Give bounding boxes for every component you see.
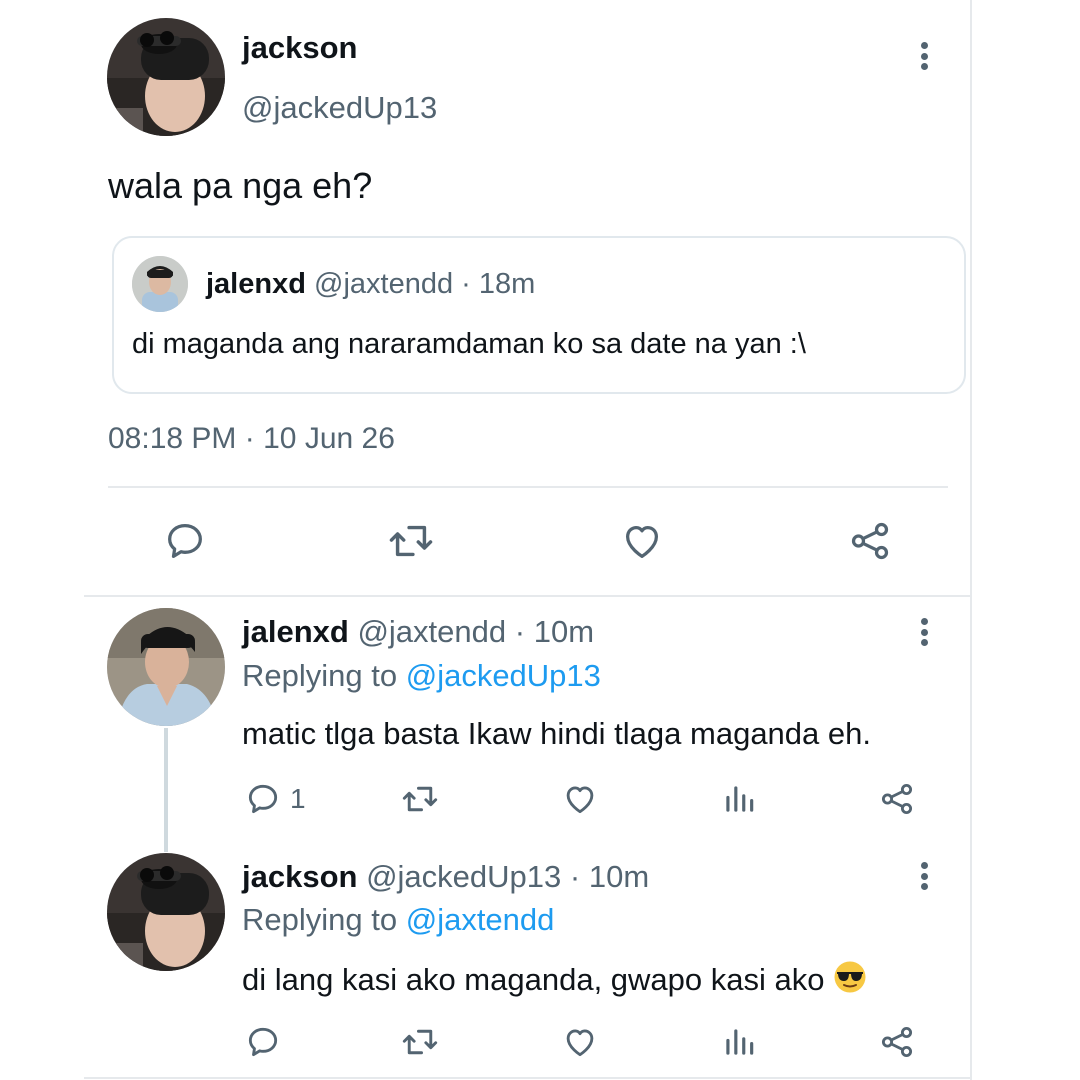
views-icon: [726, 786, 754, 812]
tweet-thread: jackson @jackedUp13 wala pa nga eh? jale…: [0, 0, 1080, 1080]
reply-icon: [248, 784, 278, 814]
avatar-jackson[interactable]: [107, 853, 225, 971]
divider: [108, 486, 948, 488]
share-icon: [881, 783, 913, 815]
more-options-icon[interactable]: [917, 856, 931, 896]
like-icon: [625, 525, 659, 558]
views-button[interactable]: [720, 780, 758, 818]
share-icon: [851, 522, 889, 560]
reply-time: 10m: [533, 614, 595, 649]
reply-header: jackson @jackedUp13 · 10m: [242, 859, 649, 895]
avatar-jalenxd-small: [132, 256, 188, 312]
share-button[interactable]: [846, 518, 894, 564]
reply-text-row: di lang kasi ako maganda, gwapo kasi ako: [242, 960, 867, 1002]
quoted-time: 18m: [478, 268, 536, 300]
reply-author-name[interactable]: jackson: [242, 859, 357, 894]
reply-time: 10m: [588, 859, 650, 894]
reply-text: di lang kasi ako maganda, gwapo kasi ako: [242, 962, 825, 997]
reply-icon: [168, 524, 202, 558]
reply-text: matic tlga basta Ikaw hindi tlaga magand…: [242, 716, 871, 751]
retweet-button[interactable]: [400, 780, 440, 818]
divider: [84, 595, 970, 597]
reply-author-name[interactable]: jalenxd: [242, 614, 349, 649]
retweet-icon: [389, 525, 433, 557]
tweet-date: 10 Jun 26: [263, 422, 395, 455]
views-icon: [726, 1029, 754, 1055]
avatar-jackson[interactable]: [107, 18, 225, 136]
like-button[interactable]: [561, 1023, 599, 1061]
reply-button[interactable]: [244, 1023, 282, 1061]
replying-to: Replying to @jaxtendd: [242, 902, 554, 938]
reply-separator: ·: [514, 614, 526, 649]
thread-connector-line: [164, 728, 168, 852]
retweet-icon: [402, 1029, 438, 1055]
share-button[interactable]: [878, 1023, 916, 1061]
reply-button[interactable]: [162, 518, 208, 564]
reply-author-handle[interactable]: @jaxtendd: [357, 614, 506, 649]
retweet-button[interactable]: [386, 518, 436, 564]
views-button[interactable]: [720, 1023, 758, 1061]
column-border: [970, 0, 972, 1080]
replying-to-link[interactable]: @jackedUp13: [406, 658, 601, 693]
author-name[interactable]: jackson: [242, 30, 357, 66]
like-icon: [566, 786, 594, 814]
reply-button[interactable]: 1: [244, 780, 306, 818]
replying-to: Replying to @jackedUp13: [242, 658, 601, 694]
quoted-tweet[interactable]: jalenxd @jaxtendd · 18m di maganda ang n…: [112, 236, 966, 394]
quoted-author-name: jalenxd: [206, 268, 306, 300]
more-options-icon[interactable]: [917, 36, 931, 76]
quoted-separator: ·: [461, 268, 471, 300]
avatar-jalenxd[interactable]: [107, 608, 225, 726]
more-options-icon[interactable]: [917, 612, 931, 652]
share-icon: [881, 1026, 913, 1058]
tweet-timestamp: 08:18 PM · 10 Jun 26: [108, 422, 395, 456]
sunglasses-emoji: [833, 960, 867, 1002]
quoted-text: di maganda ang nararamdaman ko sa date n…: [132, 328, 806, 360]
quoted-author-handle: @jaxtendd: [314, 268, 454, 300]
reply-icon: [248, 1027, 278, 1057]
tweet-text: wala pa nga eh?: [108, 165, 373, 206]
reply-count: 1: [290, 783, 306, 814]
divider: [84, 1077, 970, 1079]
like-button[interactable]: [618, 518, 666, 564]
author-handle[interactable]: @jackedUp13: [242, 90, 437, 126]
reply-author-handle[interactable]: @jackedUp13: [366, 859, 561, 894]
replying-prefix: Replying to: [242, 658, 398, 693]
like-icon: [566, 1029, 594, 1057]
tweet-time: 08:18 PM: [108, 422, 237, 455]
timestamp-separator: ·: [244, 422, 255, 455]
replying-to-link[interactable]: @jaxtendd: [406, 902, 555, 937]
retweet-icon: [402, 786, 438, 812]
reply-header: jalenxd @jaxtendd · 10m: [242, 614, 594, 650]
like-button[interactable]: [561, 780, 599, 818]
replying-prefix: Replying to: [242, 902, 398, 937]
retweet-button[interactable]: [400, 1023, 440, 1061]
reply-separator: ·: [569, 859, 581, 894]
share-button[interactable]: [878, 780, 916, 818]
quoted-header: jalenxd @jaxtendd · 18m: [206, 268, 535, 301]
